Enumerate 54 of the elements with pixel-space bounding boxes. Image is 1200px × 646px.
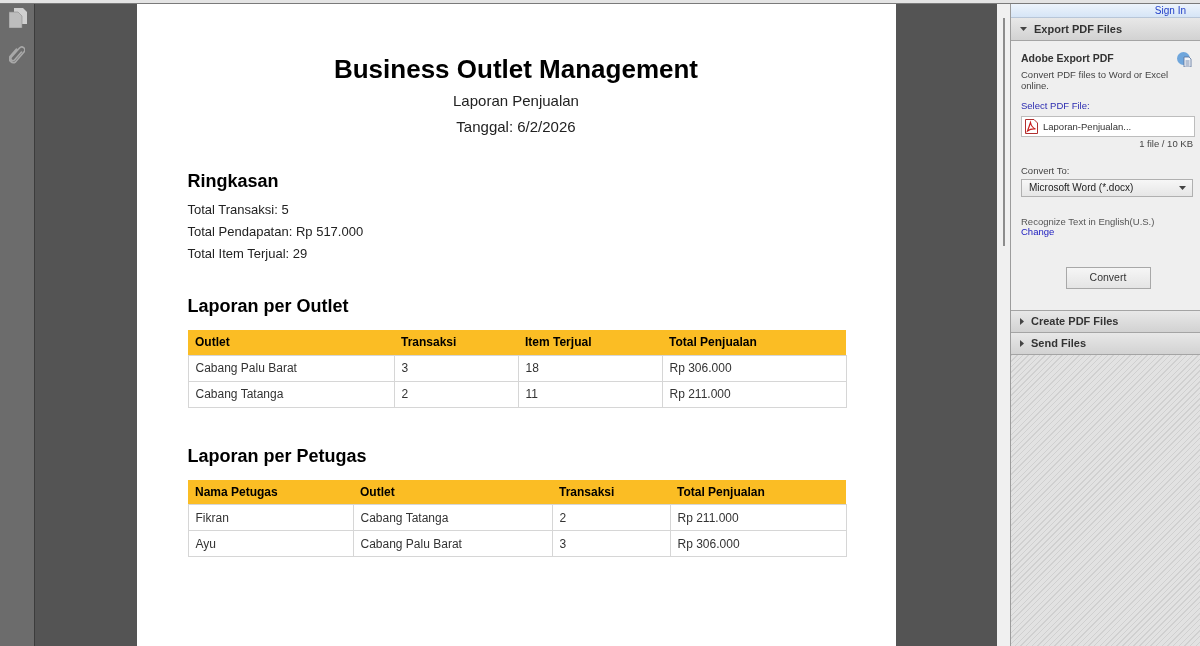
document-subtitle: Laporan Penjualan	[452, 91, 580, 111]
panel-section-header[interactable]: Create PDF Files	[1011, 311, 1200, 332]
pages-icon[interactable]	[8, 8, 27, 28]
table-cell: 3	[394, 355, 518, 381]
dropdown-caret-icon	[1179, 186, 1186, 190]
column-header: Nama Petugas	[188, 479, 353, 505]
table-cell: Cabang Tatanga	[353, 504, 552, 531]
table-cell: Cabang Palu Barat	[353, 530, 552, 557]
table-cell: 11	[518, 381, 662, 407]
column-header: Transaksi	[394, 330, 518, 355]
column-header: Outlet	[188, 330, 394, 355]
format-dropdown[interactable]: Microsoft Word (*.docx)	[1021, 179, 1193, 197]
paperclip-icon[interactable]	[9, 45, 25, 65]
panel-heading: Adobe Export PDF	[1021, 52, 1114, 65]
table-cell: Rp 211.000	[662, 381, 846, 407]
section-heading: Laporan per Petugas	[187, 444, 368, 468]
sign-in-link[interactable]: Sign In	[1154, 4, 1186, 17]
change-link[interactable]: Change	[1021, 227, 1055, 237]
file-info: 1 file / 10 KB	[1139, 138, 1193, 150]
convert-button[interactable]: Convert	[1065, 267, 1151, 289]
column-header: Total Penjualan	[662, 330, 846, 355]
pdf-file-icon	[1025, 119, 1038, 134]
panel-description: Convert PDF files to Word or Excel online.	[1021, 69, 1170, 91]
section-heading: Laporan per Outlet	[187, 295, 350, 318]
column-header: Item Terjual	[518, 330, 662, 355]
document-title: Business Outlet Management	[332, 54, 700, 84]
summary-line: Total Transaksi: 5	[187, 201, 290, 219]
table-cell: Fikran	[188, 504, 353, 531]
recognize-text-label: Recognize Text in English(U.S.)	[1021, 216, 1156, 227]
column-header: Transaksi	[552, 479, 670, 505]
table-cell: 18	[518, 355, 662, 381]
table-cell: Rp 211.000	[670, 504, 846, 531]
panel-section-header[interactable]: Export PDF Files	[1011, 18, 1200, 41]
table-cell: 2	[394, 381, 518, 407]
scrollbar[interactable]	[997, 4, 1010, 646]
summary-line: Total Item Terjual: 29	[187, 245, 309, 263]
document-date: Tanggal: 6/2/2026	[455, 117, 577, 137]
summary-line: Total Pendapatan: Rp 517.000	[187, 223, 365, 241]
convert-to-label: Convert To:	[1021, 165, 1071, 177]
table-cell: Rp 306.000	[662, 355, 846, 381]
table-cell: Cabang Palu Barat	[188, 355, 394, 381]
select-file-label: Select PDF File:	[1021, 100, 1091, 112]
section-heading: Ringkasan	[187, 170, 280, 193]
panel-section-header[interactable]: Send Files	[1011, 333, 1200, 354]
column-header: Total Penjualan	[670, 479, 846, 505]
table-cell: 3	[552, 530, 670, 557]
table-cell: Rp 306.000	[670, 530, 846, 557]
table-cell: Cabang Tatanga	[188, 381, 394, 407]
document-export-icon[interactable]	[1177, 52, 1192, 67]
file-field[interactable]: Laporan-Penjualan...	[1021, 116, 1195, 137]
table-cell: Ayu	[188, 530, 353, 557]
file-name: Laporan-Penjualan...	[1043, 120, 1132, 133]
table-cell: 2	[552, 504, 670, 531]
column-header: Outlet	[353, 479, 552, 505]
